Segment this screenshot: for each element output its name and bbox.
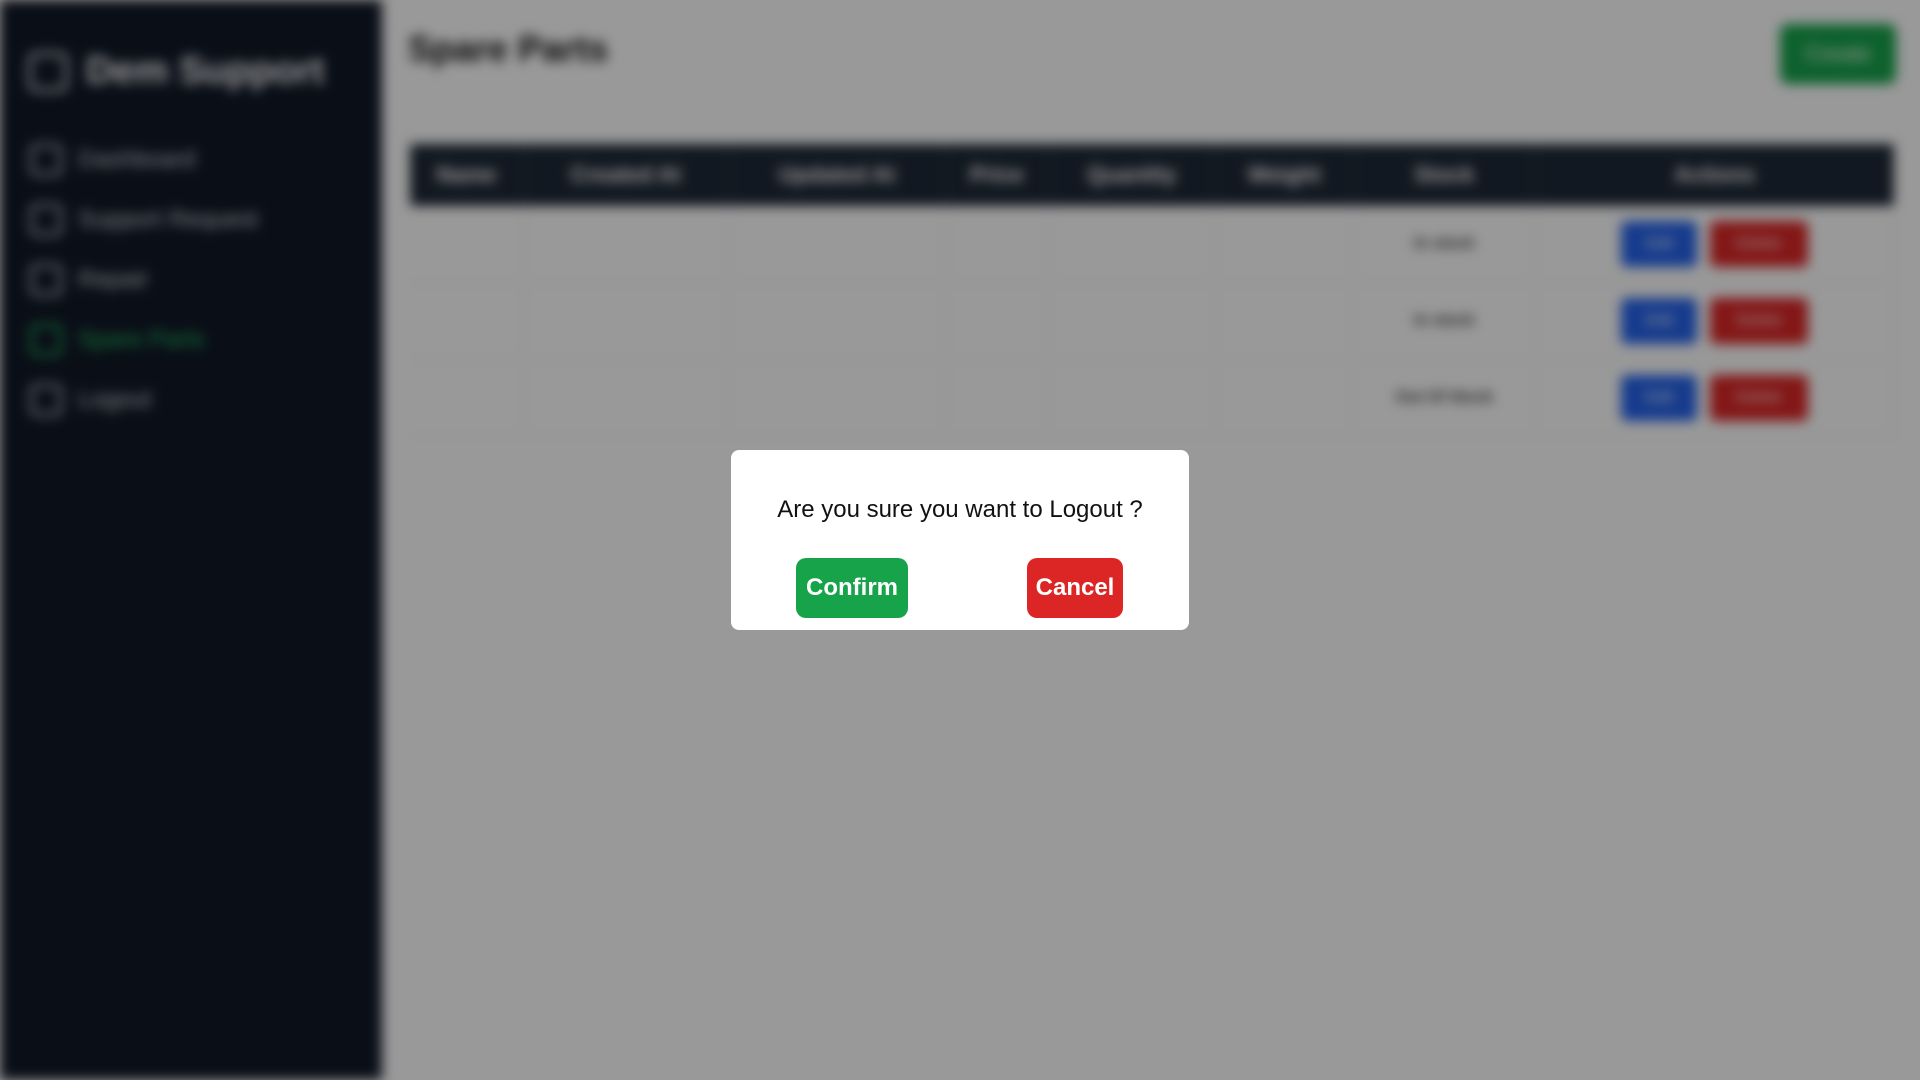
logout-confirm-dialog: Are you sure you want to Logout ? Confir… <box>731 450 1189 630</box>
dialog-message: Are you sure you want to Logout ? <box>777 496 1143 523</box>
confirm-button[interactable]: Confirm <box>796 558 908 618</box>
cancel-button[interactable]: Cancel <box>1027 558 1123 618</box>
app-window: Dem Support Dashboard Support Request Re… <box>0 0 1920 1080</box>
